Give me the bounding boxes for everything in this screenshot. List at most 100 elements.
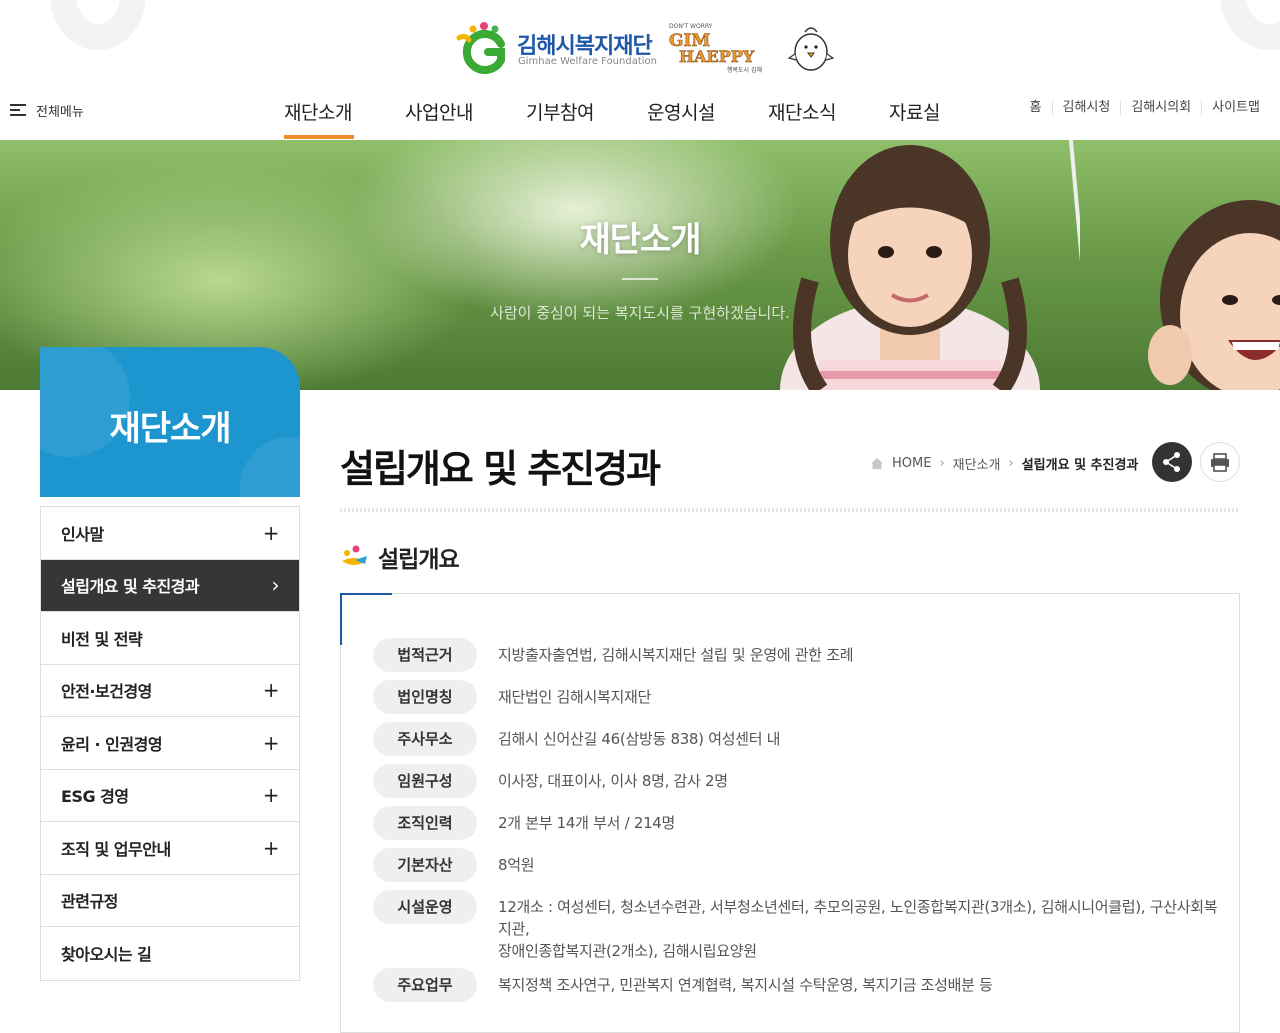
site-logo[interactable]: 김해시복지재단 Gimhae Welfare Foundation DON'T …	[455, 18, 835, 76]
expand-plus-icon: +	[262, 520, 280, 545]
side-menu-item-label: 조직 및 업무안내	[61, 839, 171, 859]
side-menu-item-label: 비전 및 전략	[61, 629, 143, 649]
overview-label: 기본자산	[373, 848, 477, 882]
overview-label: 법적근거	[373, 638, 477, 672]
svg-text:행복도시 김해: 행복도시 김해	[727, 66, 762, 74]
print-button[interactable]	[1200, 442, 1240, 482]
chevron-right-icon: ›	[939, 456, 945, 471]
side-menu-item-label: 관련규정	[61, 892, 118, 912]
side-menu-item[interactable]: 관련규정	[41, 875, 299, 927]
utility-links: 홈 김해시청 김해시의회 사이트맵	[1020, 101, 1270, 115]
gnb-item[interactable]: 사업안내	[391, 94, 512, 140]
overview-value-line: 장애인종합복지관(2개소), 김해시립요양원	[498, 942, 757, 960]
overview-value: 지방출자출연법, 김해시복지재단 설립 및 운영에 관한 조례	[498, 638, 1228, 666]
overview-label: 주사무소	[373, 722, 477, 756]
overview-table: 법적근거 지방출자출연법, 김해시복지재단 설립 및 운영에 관한 조례법인명칭 재…	[340, 593, 1240, 1033]
side-menu-item[interactable]: 인사말 +	[41, 507, 299, 560]
hero-divider	[622, 278, 658, 280]
overview-value: 8억원	[498, 848, 1228, 876]
hamburger-icon	[10, 103, 26, 117]
overview-value-line: 8억원	[498, 856, 535, 874]
section-bullet-icon	[342, 545, 367, 565]
overview-row: 조직인력 2개 본부 14개 부서 / 214명	[373, 806, 1228, 840]
page-title: 설립개요 및 추진경과	[340, 447, 661, 491]
share-icon	[1163, 452, 1180, 472]
side-menu-item[interactable]: 비전 및 전략	[41, 612, 299, 665]
side-menu-item-label: 찾아오시는 길	[61, 945, 152, 965]
overview-value: 재단법인 김해시복지재단	[498, 680, 1228, 708]
overview-label: 임원구성	[373, 764, 477, 798]
section-title-text: 설립개요	[378, 547, 460, 573]
side-menu: 인사말 + 설립개요 및 추진경과 › 비전 및 전략 안전·보건경영 + 윤리 · 인권경영…	[40, 506, 300, 981]
hero-subtitle: 사람이 중심이 되는 복지도시를 구현하겠습니다.	[490, 304, 790, 322]
site-header: 김해시복지재단 Gimhae Welfare Foundation DON'T …	[0, 0, 1280, 140]
side-menu-item[interactable]: 윤리 · 인권경영 +	[41, 717, 299, 770]
expand-plus-icon: +	[262, 783, 280, 808]
side-menu-item[interactable]: ESG 경영 +	[41, 770, 299, 822]
overview-row: 기본자산 8억원	[373, 848, 1228, 882]
expand-plus-icon: +	[262, 730, 280, 755]
svg-text:DON'T WORRY: DON'T WORRY	[669, 23, 713, 30]
foundation-emblem-icon	[456, 22, 505, 74]
side-menu-item[interactable]: 조직 및 업무안내 +	[41, 822, 299, 875]
utility-link[interactable]: 김해시청	[1051, 101, 1121, 115]
utility-link[interactable]: 홈	[1020, 101, 1052, 115]
utility-link[interactable]: 김해시의회	[1120, 101, 1201, 115]
foundation-name-english: Gimhae Welfare Foundation	[518, 56, 657, 67]
side-menu-item[interactable]: 찾아오시는 길	[41, 927, 299, 980]
overview-value: 김해시 신어산길 46(삼방동 838) 여성센터 내	[498, 722, 1228, 750]
svg-text:HAEPPY: HAEPPY	[679, 47, 755, 66]
section-title: 설립개요	[340, 540, 460, 574]
main-navigation: 재단소개 사업안내 기부참여 운영시설 재단소식 자료실	[270, 94, 996, 140]
overview-label: 시설운영	[373, 890, 477, 924]
overview-value-line: 재단법인 김해시복지재단	[498, 688, 651, 706]
gnb-item[interactable]: 재단소식	[754, 94, 875, 140]
hero-title: 재단소개	[579, 220, 701, 260]
side-menu-item-label: ESG 경영	[61, 787, 129, 807]
mascot-icon	[787, 27, 835, 71]
overview-value-line: 지방출자출연법, 김해시복지재단 설립 및 운영에 관한 조례	[498, 646, 854, 664]
title-divider	[340, 508, 1240, 512]
overview-value-line: 2개 본부 14개 부서 / 214명	[498, 814, 676, 832]
chevron-right-icon: ›	[271, 573, 280, 598]
gnb-item[interactable]: 기부참여	[512, 94, 633, 140]
home-icon	[871, 458, 883, 469]
side-menu-item-label: 안전·보건경영	[61, 682, 152, 702]
printer-icon	[1211, 453, 1229, 472]
side-menu-item[interactable]: 설립개요 및 추진경과 ›	[41, 559, 299, 612]
side-menu-item-label: 윤리 · 인권경영	[61, 734, 163, 754]
overview-value-line: 12개소 : 여성센터, 청소년수련관, 서부청소년센터, 추모의공원, 노인종…	[498, 898, 1218, 938]
share-button[interactable]	[1152, 442, 1192, 482]
side-menu-item[interactable]: 안전·보건경영 +	[41, 665, 299, 717]
overview-value: 복지정책 조사연구, 민관복지 연계협력, 복지시설 수탁운영, 복지기금 조성…	[498, 968, 1228, 996]
expand-plus-icon: +	[262, 678, 280, 703]
gnb-item[interactable]: 운영시설	[633, 94, 754, 140]
overview-value-line: 복지정책 조사연구, 민관복지 연계협력, 복지시설 수탁운영, 복지기금 조성…	[498, 976, 993, 994]
overview-row: 법인명칭 재단법인 김해시복지재단	[373, 680, 1228, 714]
overview-value-line: 김해시 신어산길 46(삼방동 838) 여성센터 내	[498, 730, 781, 748]
overview-label: 조직인력	[373, 806, 477, 840]
breadcrumb-home[interactable]: HOME	[892, 456, 931, 471]
chevron-right-icon: ›	[1008, 456, 1014, 471]
gnb-item[interactable]: 자료실	[875, 94, 996, 140]
gimhaeppy-slogan-logo: DON'T WORRY GIM HAEPPY 행복도시 김해	[669, 23, 835, 74]
overview-value: 2개 본부 14개 부서 / 214명	[498, 806, 1228, 834]
all-menu-button[interactable]: 전체메뉴	[10, 100, 84, 120]
overview-row: 주사무소 김해시 신어산길 46(삼방동 838) 여성센터 내	[373, 722, 1228, 756]
side-menu-item-label: 설립개요 및 추진경과	[61, 577, 200, 597]
breadcrumb: HOME › 재단소개 › 설립개요 및 추진경과	[870, 454, 1138, 473]
child-photo-illustration	[780, 140, 1080, 390]
utility-link[interactable]: 사이트맵	[1201, 101, 1270, 115]
breadcrumb-section[interactable]: 재단소개	[953, 454, 1001, 473]
overview-label: 법인명칭	[373, 680, 477, 714]
overview-value: 이사장, 대표이사, 이사 8명, 감사 2명	[498, 764, 1228, 792]
overview-row: 임원구성 이사장, 대표이사, 이사 8명, 감사 2명	[373, 764, 1228, 798]
all-menu-label: 전체메뉴	[36, 104, 84, 120]
overview-row: 시설운영 12개소 : 여성센터, 청소년수련관, 서부청소년센터, 추모의공원,…	[373, 890, 1228, 962]
overview-value-line: 이사장, 대표이사, 이사 8명, 감사 2명	[498, 772, 728, 790]
expand-plus-icon: +	[262, 835, 280, 860]
overview-label: 주요업무	[373, 968, 477, 1002]
gnb-item[interactable]: 재단소개	[270, 94, 391, 140]
overview-row: 법적근거 지방출자출연법, 김해시복지재단 설립 및 운영에 관한 조례	[373, 638, 1228, 672]
decorative-ring	[50, 0, 146, 50]
